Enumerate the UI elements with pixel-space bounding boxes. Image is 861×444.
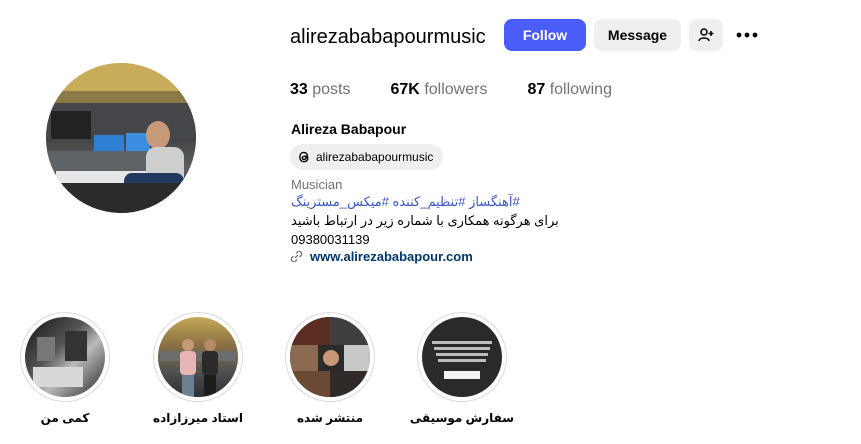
message-button[interactable]: Message: [594, 19, 681, 51]
highlight-ring: [417, 312, 507, 402]
website-url: www.alirezababapour.com: [310, 249, 473, 264]
profile-username: alirezababapourmusic: [290, 26, 486, 48]
profile-stats: 33 posts 67K followers 87 following: [290, 81, 652, 99]
threads-handle: alirezababapourmusic: [316, 150, 434, 164]
highlight-ring: [20, 312, 110, 402]
suggest-accounts-button[interactable]: [689, 19, 723, 51]
threads-icon: [296, 149, 312, 165]
highlight-cover: [290, 317, 370, 397]
threads-badge[interactable]: alirezababapourmusic: [290, 144, 444, 170]
highlight-cover: [158, 317, 238, 397]
link-icon: [290, 250, 303, 263]
bio-hashtags[interactable]: #آهنگساز #تنظیم_کننده #میکس_مسترینگ: [291, 194, 520, 210]
highlight-cover: [25, 317, 105, 397]
highlight-item[interactable]: استاد میرزازاده: [133, 312, 263, 425]
bio-text: برای هرگونه همکاری با شماره زیر در ارتبا…: [291, 213, 559, 228]
followers-count: 67K: [390, 81, 420, 98]
highlight-item[interactable]: سفارش موسیقی: [397, 312, 527, 425]
profile-avatar[interactable]: [46, 63, 196, 213]
more-options-button[interactable]: [734, 22, 760, 48]
highlight-ring: [153, 312, 243, 402]
highlight-label: سفارش موسیقی: [409, 411, 515, 425]
highlight-label: منتشر شده: [296, 411, 364, 425]
follow-button[interactable]: Follow: [504, 19, 586, 51]
person-add-icon: [698, 27, 714, 43]
profile-full-name: Alireza Babapour: [291, 121, 407, 137]
more-options-icon: [734, 32, 760, 51]
highlight-cover: [422, 317, 502, 397]
bio-phone: 09380031139: [291, 232, 370, 247]
stat-posts: 33 posts: [290, 81, 351, 99]
posts-count: 33: [290, 81, 308, 98]
highlight-ring: [285, 312, 375, 402]
stat-followers[interactable]: 67K followers: [391, 81, 488, 99]
highlight-item[interactable]: کمی من: [0, 312, 130, 425]
highlight-label: استاد میرزازاده: [153, 411, 243, 425]
following-label: following: [549, 81, 612, 98]
following-count: 87: [527, 81, 546, 98]
website-link[interactable]: www.alirezababapour.com: [290, 249, 473, 264]
followers-label: followers: [424, 81, 488, 98]
highlight-item[interactable]: منتشر شده: [265, 312, 395, 425]
profile-category: Musician: [291, 177, 343, 192]
posts-label: posts: [312, 81, 351, 98]
highlight-label: کمی من: [40, 411, 90, 425]
stat-following[interactable]: 87 following: [527, 81, 612, 99]
